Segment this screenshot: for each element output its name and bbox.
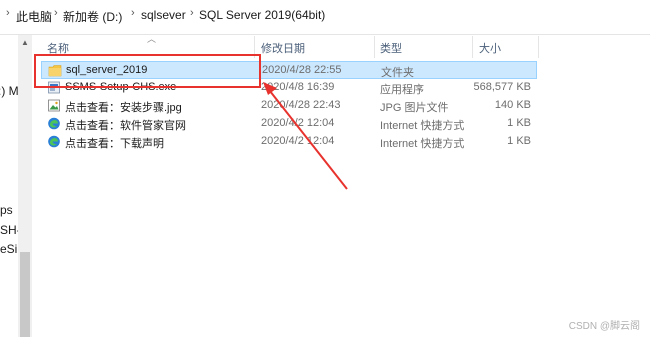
annotation-arrow xyxy=(263,82,348,190)
watermark: CSDN @脚云阁 xyxy=(568,321,640,332)
